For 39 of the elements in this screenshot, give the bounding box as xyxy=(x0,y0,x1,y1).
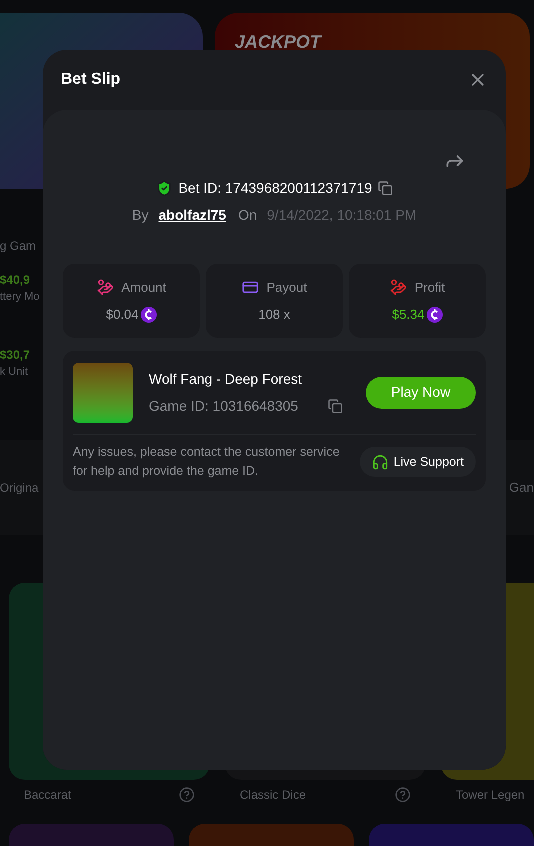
on-label: On xyxy=(238,206,258,225)
game-name: Classic Dice xyxy=(240,787,306,804)
copy-icon[interactable] xyxy=(328,398,344,414)
side-text: $40,9 xyxy=(0,272,32,289)
stat-label: Amount xyxy=(122,278,166,296)
bet-date: 9/14/2022, 10:18:01 PM xyxy=(267,206,417,225)
side-text: ttery Mo xyxy=(0,290,41,305)
stat-value: $5.34 xyxy=(392,306,425,324)
stat-value: 108 x xyxy=(258,306,290,324)
stat-label: Payout xyxy=(266,278,308,297)
copy-icon[interactable] xyxy=(378,181,394,196)
stat-label: Profit xyxy=(414,278,446,296)
hand-coins-icon xyxy=(96,278,114,296)
bet-id: Bet ID: 1743968200112371719 xyxy=(178,179,372,198)
game-id: Game ID: 10316648305 xyxy=(149,396,298,416)
shield-check-icon xyxy=(156,180,173,197)
stat-value: $0.04 xyxy=(106,306,139,324)
category-tab[interactable]: Origina xyxy=(0,478,39,496)
coin-icon xyxy=(426,306,443,323)
help-icon[interactable] xyxy=(179,787,195,803)
side-text: $30,7 xyxy=(0,346,32,364)
game-name: Tower Legen xyxy=(456,787,525,804)
live-support-button[interactable]: Live Support xyxy=(360,447,476,477)
username-link[interactable]: abolfazl75 xyxy=(158,205,226,226)
game-thumbnail xyxy=(73,362,133,422)
headphones-icon xyxy=(372,454,389,470)
help-icon[interactable] xyxy=(395,787,411,803)
banner-title: JACKPOT xyxy=(235,33,324,51)
side-text: k Unit xyxy=(0,364,30,380)
game-title: Wolf Fang - Deep Forest xyxy=(149,370,304,389)
coin-icon xyxy=(140,306,157,323)
game-name: Baccarat xyxy=(24,787,72,804)
by-label: By xyxy=(132,206,149,225)
category-tab[interactable]: Gan xyxy=(509,478,534,498)
side-text: g Gam xyxy=(0,238,38,255)
support-notice: Any issues, please contact the customer service for help and provide the game ID. xyxy=(73,444,341,480)
play-now-button[interactable]: Play Now xyxy=(366,376,476,408)
hand-person-icon xyxy=(390,278,407,296)
dialog-title: Bet Slip xyxy=(61,70,121,90)
